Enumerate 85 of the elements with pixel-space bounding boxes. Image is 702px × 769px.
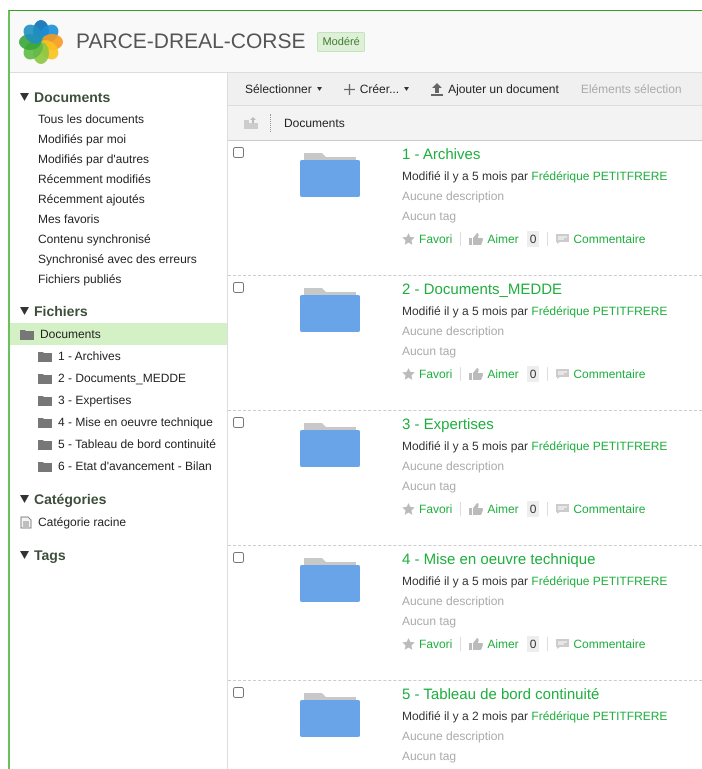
folder-icon — [300, 288, 360, 332]
folder-tree-item[interactable]: 6 - Etat d'avancement - Bilan — [10, 455, 227, 477]
folder-tree-item[interactable]: 1 - Archives — [10, 345, 227, 367]
toolbar-button[interactable]: Sélectionner — [245, 82, 322, 96]
star-icon — [402, 638, 415, 650]
folder-tree-item[interactable]: 4 - Mise en oeuvre technique — [10, 411, 227, 433]
folder-icon — [300, 423, 360, 467]
folder-tree-item[interactable]: 2 - Documents_MEDDE — [10, 367, 227, 389]
description-text: Aucune description — [402, 729, 506, 743]
section-header[interactable]: Catégories — [10, 491, 106, 507]
row-checkbox[interactable] — [233, 147, 244, 158]
like-count: 0 — [526, 501, 540, 517]
section-header[interactable]: Tags — [10, 547, 66, 563]
folder-icon — [38, 416, 52, 428]
plus-icon — [344, 84, 355, 94]
caret-icon — [20, 495, 29, 503]
thumbs-up-icon — [469, 503, 484, 515]
thumbs-up-icon — [469, 233, 484, 245]
sidebar-link[interactable]: Récemment modifiés — [10, 169, 227, 189]
sidebar-link[interactable]: Synchronisé avec des erreurs — [10, 249, 227, 269]
row-checkbox[interactable] — [233, 552, 244, 563]
folder-icon — [38, 438, 52, 450]
folder-icon — [38, 350, 52, 362]
like-count: 0 — [526, 231, 540, 247]
star-icon — [402, 233, 415, 245]
site-title: PARCE-DREAL-CORSE — [76, 30, 306, 54]
comment-icon — [556, 234, 570, 244]
sidebar-link[interactable]: Fichiers publiés — [10, 269, 227, 289]
caret-icon — [316, 87, 322, 91]
sidebar-link[interactable]: Récemment ajoutés — [10, 189, 227, 209]
modified-info: Modifié il y a 5 mois par Frédérique PETITFRERE — [402, 169, 668, 183]
row-checkbox[interactable] — [233, 687, 244, 698]
like-count: 0 — [526, 366, 540, 382]
folder-icon — [20, 328, 34, 340]
sidebar-link[interactable]: Mes favoris — [10, 209, 227, 229]
flower-logo — [18, 18, 64, 64]
caret-icon — [404, 87, 410, 91]
star-icon — [402, 368, 415, 380]
star-icon — [402, 503, 415, 515]
sidebar-link[interactable]: Contenu synchronisé — [10, 229, 227, 249]
site-status: Modéré — [317, 32, 365, 52]
folder-tree-item[interactable]: 3 - Expertises — [10, 389, 227, 411]
folder-icon — [38, 394, 52, 406]
folder-tree-item[interactable]: Documents — [10, 323, 227, 345]
category-item[interactable]: Catégorie racine — [10, 511, 227, 533]
tags-text: Aucun tag — [402, 614, 458, 628]
sidebar-link[interactable]: Modifiés par moi — [10, 129, 227, 149]
toolbar-button[interactable]: Ajouter un document — [431, 82, 559, 96]
tags-text: Aucun tag — [402, 479, 458, 493]
thumbs-up-icon — [469, 638, 484, 650]
modified-info: Modifié il y a 5 mois par Frédérique PETITFRERE — [402, 439, 668, 453]
comment-icon — [556, 369, 570, 379]
folder-icon — [38, 372, 52, 384]
folder-icon — [300, 558, 360, 602]
upload-icon — [431, 82, 444, 96]
tags-text: Aucun tag — [402, 209, 458, 223]
section-header[interactable]: Fichiers — [10, 303, 88, 319]
sidebar-link[interactable]: Modifiés par d'autres — [10, 149, 227, 169]
sidebar-link[interactable]: Tous les documents — [10, 109, 227, 129]
caret-icon — [20, 551, 29, 559]
folder-icon — [300, 153, 360, 197]
section-header[interactable]: Documents — [10, 89, 110, 105]
document-icon — [20, 516, 32, 528]
thumbs-up-icon — [469, 368, 484, 380]
description-text: Aucune description — [402, 324, 506, 338]
caret-icon — [20, 93, 29, 101]
folder-tree-item[interactable]: 5 - Tableau de bord continuité — [10, 433, 227, 455]
folder-icon — [300, 693, 360, 737]
comment-icon — [556, 504, 570, 514]
tags-text: Aucun tag — [402, 344, 458, 358]
like-count: 0 — [526, 636, 540, 652]
modified-info: Modifié il y a 5 mois par Frédérique PETITFRERE — [402, 304, 668, 318]
modified-info: Modifié il y a 5 mois par Frédérique PETITFRERE — [402, 574, 668, 588]
toolbar-button[interactable]: Créer... — [344, 82, 410, 96]
row-checkbox[interactable] — [233, 417, 244, 428]
comment-icon — [556, 639, 570, 649]
description-text: Aucune description — [402, 189, 506, 203]
description-text: Aucune description — [402, 594, 506, 608]
caret-icon — [20, 307, 29, 315]
breadcrumb: Documents — [284, 116, 345, 130]
description-text: Aucune description — [402, 459, 506, 473]
row-checkbox[interactable] — [233, 282, 244, 293]
folder-icon — [38, 460, 52, 472]
tags-text: Aucun tag — [402, 749, 458, 763]
modified-info: Modifié il y a 2 mois par Frédérique PETITFRERE — [402, 709, 668, 723]
